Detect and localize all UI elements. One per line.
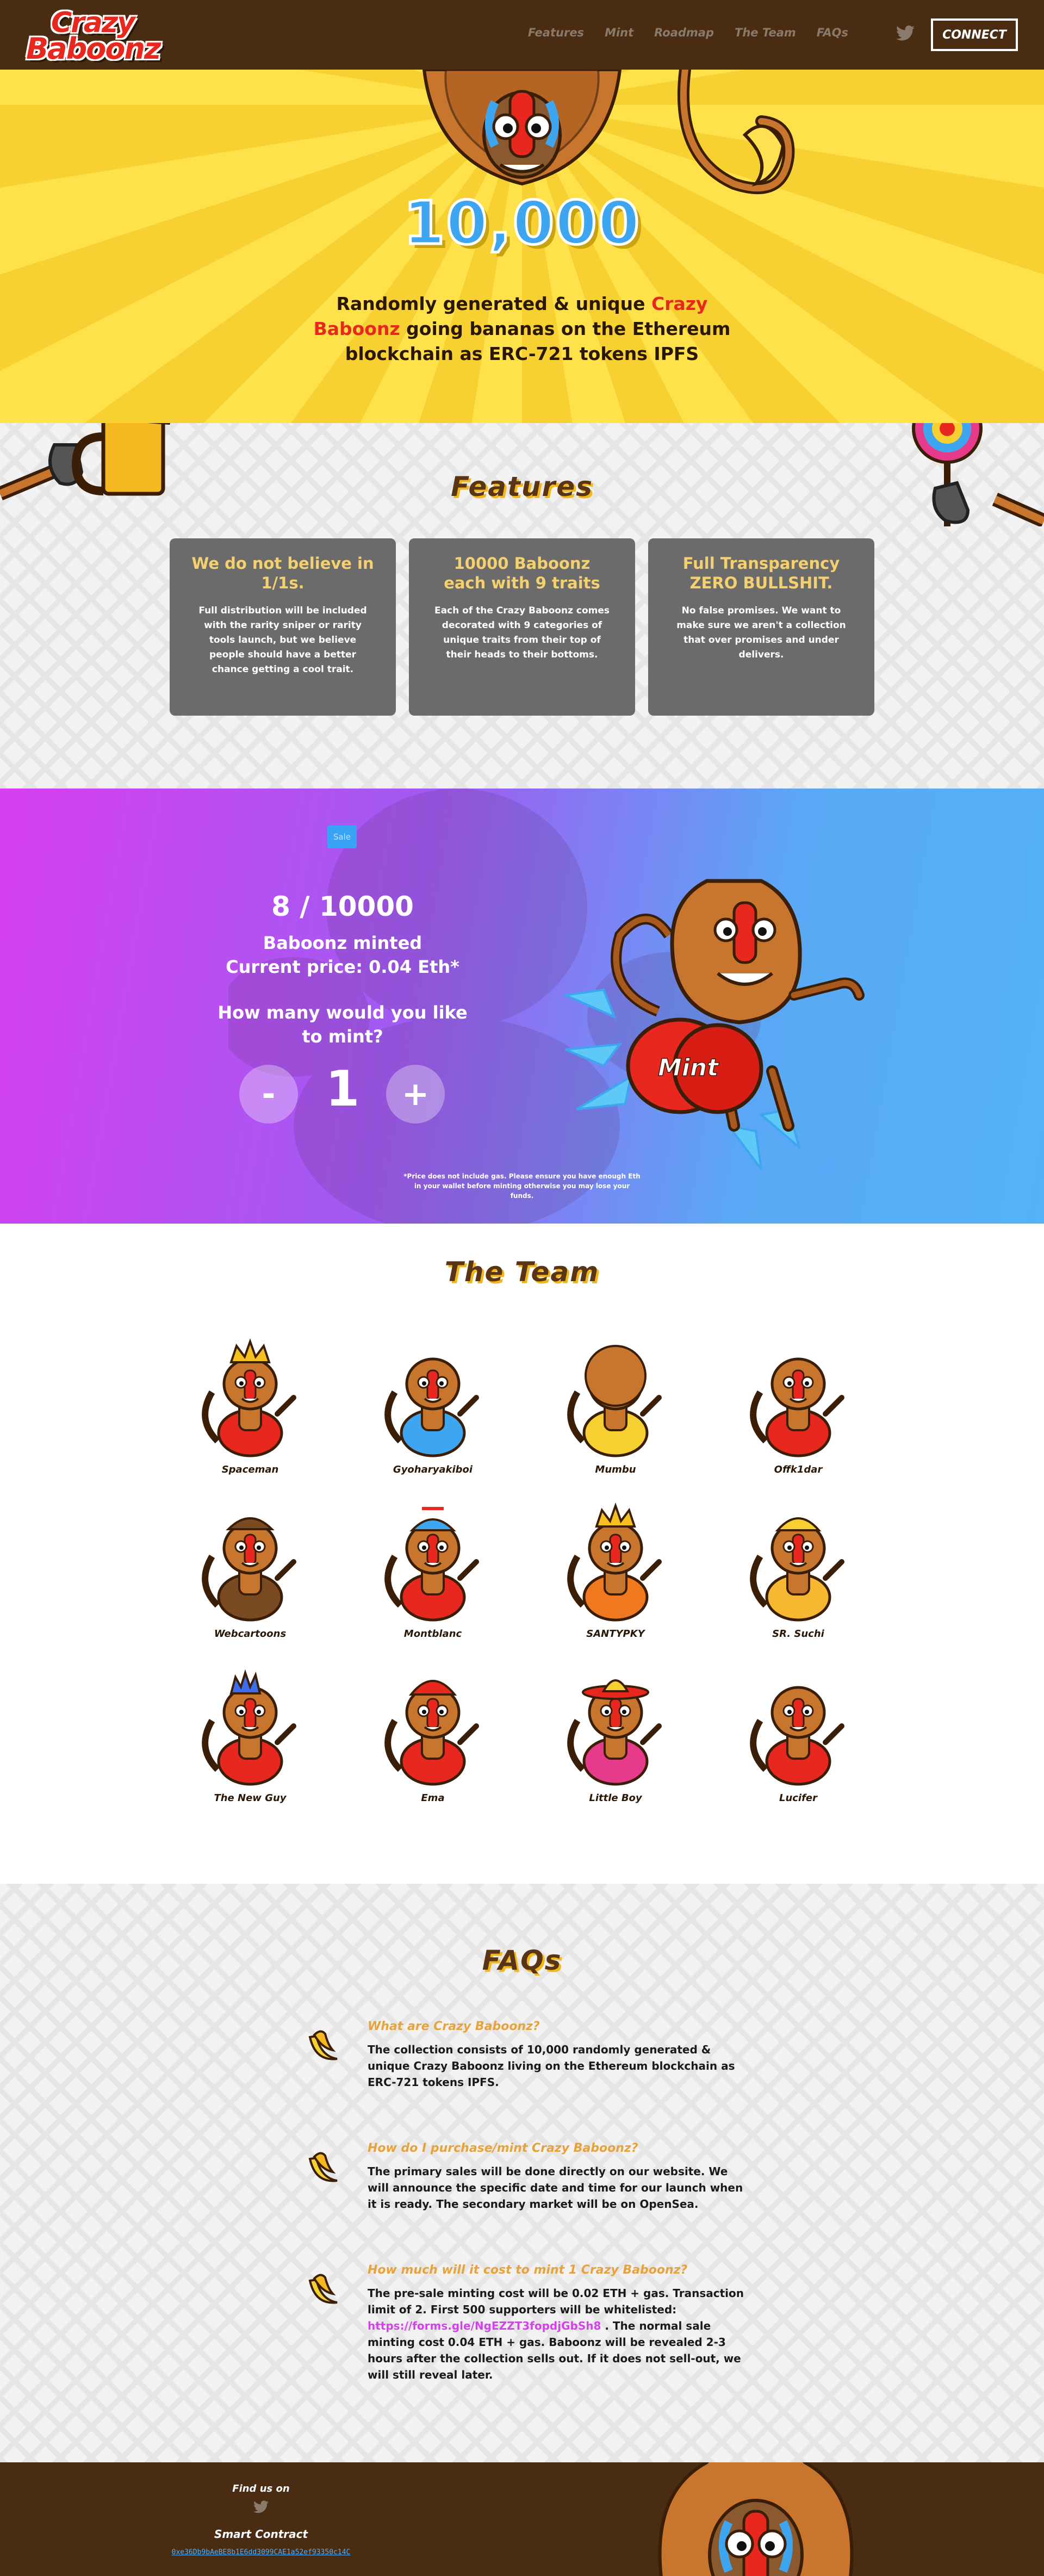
feature-card: 10000 Baboonz each with 9 traits Each of… (409, 538, 635, 716)
team-member-name: Montblanc (403, 1628, 462, 1640)
nav-link-features[interactable]: Features (528, 26, 584, 39)
faq-answer-part-1: The pre-sale minting cost will be 0.02 E… (368, 2287, 744, 2316)
team-member-card: SR. Suchi (733, 1497, 863, 1660)
nav-link-mint[interactable]: Mint (605, 26, 633, 39)
faq-question[interactable]: How much will it cost to mint 1 Crazy Ba… (368, 2263, 748, 2277)
feature-card-body: Full distribution will be included with … (198, 605, 367, 675)
feature-card: We do not believe in 1/1s. Full distribu… (170, 538, 396, 716)
feature-card-title: 10000 Baboonz each with 9 traits (444, 554, 600, 592)
team-member-name: Gyoharyakiboi (393, 1464, 473, 1475)
faq-answer: The primary sales will be done directly … (368, 2165, 743, 2211)
feature-card: Full Transparency ZERO BULLSHIT. No fals… (648, 538, 874, 716)
logo-line-2: Baboonz (26, 32, 161, 66)
team-member-card: Spaceman (185, 1332, 315, 1495)
nav-link-team[interactable]: The Team (735, 26, 796, 39)
team-member-card: Montblanc (368, 1497, 498, 1660)
team-member-card: Offk1dar (733, 1332, 863, 1495)
minted-count: 8 / 10000 (271, 891, 414, 922)
tagline-part-2: going bananas on the Ethereum blockchain… (345, 318, 731, 364)
team-section: The Team Spaceman Gyoharyakiboi Mumbu Offk1… (0, 1224, 1044, 1884)
team-member-name: The New Guy (214, 1792, 287, 1804)
team-member-card: Mumbu (550, 1332, 681, 1495)
faq-question[interactable]: What are Crazy Baboonz? (368, 2020, 748, 2033)
banana-icon (308, 2274, 338, 2304)
team-member-card: Lucifer (733, 1661, 863, 1824)
whitelist-form-link[interactable]: https://forms.gle/NgEZZT3fopdjGbSh8 (368, 2319, 601, 2332)
team-member-card: SANTYPKY (550, 1497, 681, 1660)
faq-question[interactable]: How do I purchase/mint Crazy Baboonz? (368, 2142, 748, 2155)
team-member-avatar (202, 1669, 296, 1786)
find-us-label: Find us on (232, 2483, 290, 2494)
team-member-avatar (384, 1507, 479, 1622)
team-member-name: Webcartoons (214, 1628, 287, 1640)
gas-disclaimer: *Price does not include gas. Please ensu… (403, 1172, 641, 1200)
banana-icon (308, 2152, 338, 2182)
team-member-avatar (567, 1345, 662, 1457)
team-member-card: Little Boy (550, 1661, 681, 1824)
team-member-name: Ema (421, 1792, 445, 1804)
team-member-name: Little Boy (589, 1792, 642, 1804)
feature-card-body: No false promises. We want to make sure … (676, 605, 846, 660)
features-title: Features (451, 471, 593, 502)
faq-answer: The collection consists of 10,000 random… (368, 2043, 735, 2089)
minted-label: Baboonz minted (263, 933, 422, 953)
feature-card-title: Full Transparency ZERO BULLSHIT. (682, 554, 840, 592)
team-title: The Team (444, 1256, 600, 1288)
team-member-avatar (567, 1503, 662, 1622)
faq-title: FAQs (482, 1945, 562, 1976)
decrease-quantity-button[interactable]: - (239, 1065, 298, 1123)
mint-quantity-value: 1 (325, 1060, 360, 1118)
mint-label: Mint (658, 1054, 719, 1082)
nav-link-roadmap[interactable]: Roadmap (654, 26, 714, 39)
nav-links: Features Mint Roadmap The Team FAQs (528, 26, 848, 39)
faq-section: FAQs What are Crazy Baboonz? The collect… (0, 1884, 1044, 2462)
team-member-avatar (750, 1517, 844, 1622)
twitter-icon[interactable] (896, 25, 915, 41)
increase-quantity-button[interactable]: + (386, 1065, 445, 1123)
mint-quantity-question: How many would you like to mint? (217, 1002, 468, 1047)
hero-section: 10,000 Randomly generated & unique Crazy… (0, 70, 1044, 423)
current-price: Current price: 0.04 Eth* (226, 957, 459, 977)
mint-baboon-button[interactable]: Mint (544, 854, 881, 1191)
footer: Find us on Smart Contract 0xe36Db9bAeBE8… (0, 2462, 1044, 2576)
team-member-card: Webcartoons (185, 1497, 315, 1660)
total-supply-count: 10,000 (402, 187, 641, 259)
team-member-name: Spaceman (221, 1464, 279, 1475)
team-member-name: Lucifer (779, 1792, 818, 1804)
team-member-card: Gyoharyakiboi (368, 1332, 498, 1495)
team-member-name: SR. Suchi (772, 1628, 824, 1640)
contract-address-link[interactable]: 0xe36Db9bAeBE8b1E6dd3099CAE1a52ef93350c1… (130, 2548, 391, 2556)
mint-section: Sale 8 / 10000 Baboonz minted Current pr… (0, 789, 1044, 1224)
twitter-icon[interactable] (253, 2500, 269, 2513)
baboon-head-illustration (422, 70, 622, 186)
team-member-card: The New Guy (185, 1661, 315, 1824)
banana-icon (308, 2030, 338, 2060)
team-member-avatar (384, 1680, 479, 1786)
team-member-avatar (567, 1679, 662, 1786)
team-member-card: Ema (368, 1661, 498, 1824)
features-section: Features We do not believe in 1/1s. Full… (0, 423, 1044, 789)
crazy-baboonz-logo[interactable]: Crazy Baboonz (24, 5, 161, 66)
feature-card-body: Each of the Crazy Baboonz comes decorate… (434, 605, 610, 660)
team-member-avatar (750, 1686, 844, 1786)
team-member-name: SANTYPKY (586, 1628, 645, 1640)
team-member-avatar (202, 1338, 296, 1457)
top-nav: Crazy Baboonz Features Mint Roadmap The … (0, 0, 1044, 70)
nav-link-faqs[interactable]: FAQs (817, 26, 848, 39)
feature-card-title: We do not believe in 1/1s. (191, 554, 374, 592)
sale-badge: Sale (327, 825, 357, 848)
mint-status: Baboonz minted Current price: 0.04 Eth* (207, 931, 478, 979)
baboon-footer-illustration (658, 2462, 854, 2576)
team-member-avatar (384, 1357, 479, 1457)
team-member-avatar (750, 1357, 844, 1457)
team-member-name: Offk1dar (774, 1464, 823, 1475)
tagline-part-1: Randomly generated & unique (336, 293, 651, 314)
hero-tagline: Randomly generated & unique Crazy Baboon… (304, 291, 739, 367)
team-member-name: Mumbu (595, 1464, 636, 1475)
connect-button[interactable]: Connect (931, 18, 1018, 51)
team-member-avatar (202, 1517, 296, 1622)
faq-answer: The pre-sale minting cost will be 0.02 E… (368, 2285, 748, 2383)
smart-contract-label: Smart Contract (214, 2528, 308, 2541)
